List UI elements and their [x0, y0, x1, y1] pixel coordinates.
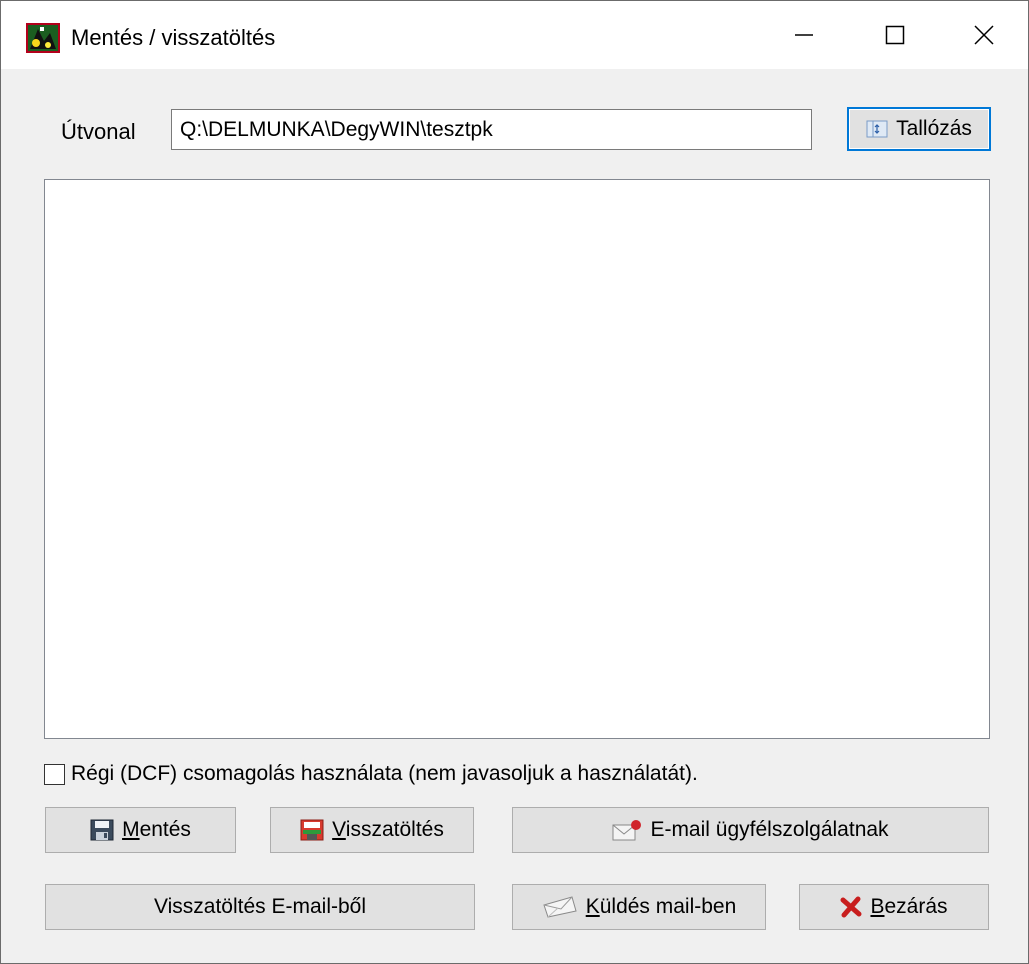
send-mail-accel: K — [585, 895, 600, 918]
close-accel: B — [870, 895, 885, 918]
app-icon — [26, 23, 60, 53]
restore-accel: V — [332, 818, 346, 841]
title-bar[interactable]: Mentés / visszatöltés — [1, 1, 1028, 69]
browse-button[interactable]: Tallózás — [847, 107, 991, 151]
maximize-icon — [885, 25, 905, 45]
close-window-button[interactable] — [938, 1, 1029, 69]
minimize-button[interactable] — [758, 1, 850, 69]
close-label: ezárás — [884, 895, 948, 918]
email-support-button[interactable]: E-mail ügyfélszolgálatnak — [512, 807, 989, 853]
save-accel: M — [122, 818, 140, 841]
browse-label: Tallózás — [896, 117, 972, 140]
path-input[interactable] — [171, 109, 812, 150]
save-button[interactable]: Mentés — [45, 807, 236, 853]
restore-label: isszatöltés — [345, 818, 444, 841]
send-mail-label: üldés mail-ben — [599, 895, 737, 918]
send-mail-button[interactable]: Küldés mail-ben — [512, 884, 766, 930]
folder-browse-icon — [866, 119, 888, 139]
red-x-icon — [840, 896, 862, 918]
backup-restore-window: Mentés / visszatöltés Útvonal Q:\DELMUNK… — [0, 0, 1029, 964]
mail-send-icon — [612, 819, 642, 841]
maximize-button[interactable] — [849, 1, 941, 69]
close-icon — [974, 25, 994, 45]
file-list[interactable] — [44, 179, 990, 739]
legacy-packing-option[interactable]: Régi (DCF) csomagolás használata (nem ja… — [44, 762, 698, 786]
envelope-icon — [542, 895, 578, 919]
path-label: Útvonal — [61, 119, 136, 144]
minimize-icon — [795, 34, 813, 36]
restore-from-email-label: Visszatöltés E-mail-ből — [153, 895, 367, 918]
restore-from-email-button[interactable]: Visszatöltés E-mail-ből — [45, 884, 475, 930]
close-button[interactable]: Bezárás — [799, 884, 989, 930]
save-label: entés — [139, 818, 191, 841]
floppy-disk-icon — [90, 819, 114, 841]
window-title: Mentés / visszatöltés — [71, 25, 276, 50]
legacy-packing-label: Régi (DCF) csomagolás használata (nem ja… — [71, 762, 698, 785]
floppy-restore-icon — [300, 819, 324, 841]
email-support-label: E-mail ügyfélszolgálatnak — [650, 818, 889, 841]
legacy-packing-checkbox[interactable] — [44, 763, 65, 785]
restore-button[interactable]: Visszatöltés — [270, 807, 474, 853]
